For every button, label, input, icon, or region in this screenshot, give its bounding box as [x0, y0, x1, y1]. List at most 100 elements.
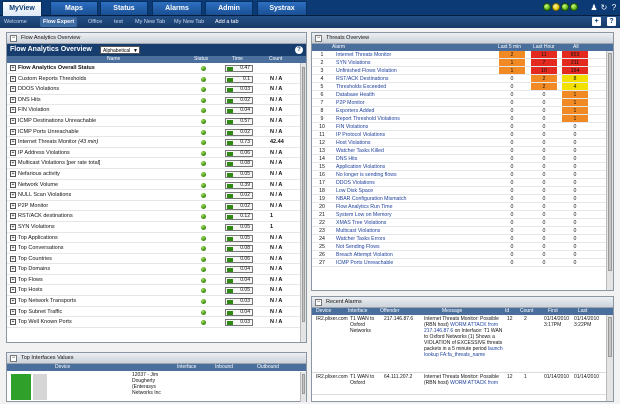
- row-name[interactable]: Top Domains: [18, 264, 50, 274]
- threat-alarm-link[interactable]: ICMP Ports Unreachable: [336, 259, 393, 267]
- row-name[interactable]: RST/ACK destinations: [18, 211, 73, 221]
- alarm-offender[interactable]: 64.111.207.2: [384, 374, 422, 380]
- col-offender[interactable]: Offender: [380, 308, 399, 315]
- expand-icon[interactable]: +: [10, 96, 16, 103]
- subtab-my-new-tab-1[interactable]: My New Tab: [135, 17, 165, 27]
- alarm-device[interactable]: IR2.plixer.com: [316, 374, 350, 380]
- flow-analytics-row[interactable]: + Top Well Known Ports 0.03 N / A: [7, 317, 306, 328]
- expand-icon[interactable]: +: [10, 117, 16, 124]
- flow-analytics-row[interactable]: + DDOS Violations 0.03 N / A: [7, 84, 306, 95]
- scrollbar-thumb[interactable]: [608, 317, 612, 357]
- row-name[interactable]: Custom Reports Thresholds: [18, 74, 86, 84]
- flow-analytics-row[interactable]: + ICMP Ports Unreachable 0.02 N / A: [7, 127, 306, 138]
- col-interface[interactable]: Interface: [348, 308, 367, 315]
- expand-icon[interactable]: +: [10, 298, 16, 305]
- threat-row[interactable]: 16 No longer is sending flows 0 0 0: [312, 171, 613, 179]
- help-icon[interactable]: ?: [607, 17, 616, 26]
- threat-alarm-link[interactable]: Internet Threats Monitor: [336, 51, 391, 59]
- threat-row[interactable]: 11 IP Protocol Violations 0 0 0: [312, 131, 613, 139]
- add-icon[interactable]: +: [592, 17, 601, 26]
- row-name[interactable]: Top Conversations: [18, 243, 64, 253]
- col-id[interactable]: Id: [505, 308, 509, 315]
- help-icon[interactable]: ?: [610, 3, 618, 12]
- flow-analytics-row[interactable]: + Top Subnet Traffic 0.04 N / A: [7, 307, 306, 318]
- threat-alarm-link[interactable]: Host Violations: [336, 139, 371, 147]
- threat-alarm-link[interactable]: Exporters Added: [336, 107, 374, 115]
- threat-row[interactable]: 24 Watcher Tasks Errors 0 0 0: [312, 235, 613, 243]
- col-status[interactable]: Status: [194, 56, 208, 63]
- threats-name-link[interactable]: FA:fa_threats_name: [440, 352, 485, 358]
- expand-icon[interactable]: +: [10, 255, 16, 262]
- expand-icon[interactable]: +: [10, 245, 16, 252]
- threat-alarm-link[interactable]: Watcher Tasks Errors: [336, 235, 385, 243]
- threat-alarm-link[interactable]: Low Disk Space: [336, 187, 373, 195]
- threat-row[interactable]: 9 Report Threshold Violations 0 0 1: [312, 115, 613, 123]
- flow-analytics-row[interactable]: + Multicast Violations [per rate total] 0.…: [7, 158, 306, 169]
- flow-analytics-row[interactable]: + Top Hosts 0.05 N / A: [7, 285, 306, 297]
- col-first[interactable]: First: [548, 308, 558, 315]
- expand-icon[interactable]: +: [10, 181, 16, 188]
- threat-alarm-link[interactable]: Multicast Violations: [336, 227, 380, 235]
- threat-row[interactable]: 18 Low Disk Space 0 0 0: [312, 187, 613, 195]
- refresh-icon[interactable]: ↻: [600, 3, 608, 12]
- alarm-row[interactable]: IR2.plixer.com T1 WAN to Oxford 64.111.2…: [312, 373, 613, 395]
- alarm-row[interactable]: IR2.plixer.com T1 WAN to Oxford Networks…: [312, 315, 613, 373]
- tab-maps[interactable]: Maps: [50, 1, 98, 15]
- alarm-offender[interactable]: 217.146.87.6: [384, 316, 422, 322]
- col-device[interactable]: Device: [55, 364, 70, 371]
- expand-icon[interactable]: +: [10, 107, 16, 114]
- sort-select[interactable]: Alphabetical ▼: [100, 46, 140, 54]
- row-name[interactable]: IP Address Violations: [18, 148, 70, 158]
- threat-alarm-link[interactable]: FIN Violations: [336, 123, 368, 131]
- row-name[interactable]: ICMP Ports Unreachable: [18, 127, 79, 137]
- users-icon[interactable]: ♟: [590, 3, 598, 12]
- threat-alarm-link[interactable]: Flow Analytics Run Time: [336, 203, 393, 211]
- col-alarm[interactable]: Alarm: [332, 44, 345, 51]
- subtab-test[interactable]: test: [114, 17, 123, 27]
- collapse-icon[interactable]: −: [315, 299, 322, 306]
- threat-alarm-link[interactable]: IP Protocol Violations: [336, 131, 385, 139]
- offender-link[interactable]: WORM ATTACK from: [450, 380, 498, 386]
- col-last[interactable]: Last: [578, 308, 587, 315]
- tab-admin[interactable]: Admin: [205, 1, 253, 15]
- col-outbound[interactable]: Outbound: [257, 364, 279, 371]
- expand-icon[interactable]: +: [10, 149, 16, 156]
- expand-icon[interactable]: +: [10, 223, 16, 230]
- flow-analytics-row[interactable]: + Top Network Transports 0.03 N / A: [7, 296, 306, 307]
- threat-alarm-link[interactable]: DNS Hits: [336, 155, 357, 163]
- flow-analytics-row[interactable]: + Top Countries 0.06 N / A: [7, 254, 306, 265]
- expand-icon[interactable]: +: [10, 287, 16, 294]
- add-tab-button[interactable]: Add a tab: [215, 17, 239, 27]
- threat-alarm-link[interactable]: P2P Monitor: [336, 99, 364, 107]
- expand-icon[interactable]: +: [10, 192, 16, 199]
- flow-analytics-row[interactable]: + IP Address Violations 0.06 N / A: [7, 148, 306, 159]
- col-time[interactable]: Time: [232, 56, 243, 63]
- row-name[interactable]: Multicast Violations [per rate total]: [18, 158, 100, 168]
- scrollbar-thumb[interactable]: [302, 374, 305, 394]
- threat-alarm-link[interactable]: Breach Attempt Violation: [336, 251, 393, 259]
- flow-analytics-row[interactable]: + Network Volume 0.39 N / A: [7, 180, 306, 191]
- flow-analytics-row[interactable]: + Custom Reports Thresholds 0.1 N / A: [7, 74, 306, 85]
- threat-alarm-link[interactable]: Thresholds Exceeded: [336, 83, 386, 91]
- col-name[interactable]: Name: [107, 56, 120, 63]
- flow-analytics-row[interactable]: + Nefarious activity 0.05 N / A: [7, 169, 306, 180]
- threat-alarm-link[interactable]: Watcher Tasks Killed: [336, 147, 384, 155]
- flow-analytics-scrollbar[interactable]: [300, 63, 306, 342]
- threat-row[interactable]: 10 FIN Violations 0 0 0: [312, 123, 613, 131]
- expand-icon[interactable]: +: [10, 202, 16, 209]
- flow-analytics-row[interactable]: + RST/ACK destinations 0.12 1: [7, 211, 306, 222]
- col-inbound[interactable]: Inbound: [215, 364, 233, 371]
- flow-analytics-row[interactable]: + NULL Scan Violations 0.02 N / A: [7, 190, 306, 201]
- expand-icon[interactable]: +: [10, 128, 16, 135]
- threats-scrollbar[interactable]: [606, 51, 613, 290]
- col-count[interactable]: Count: [269, 56, 282, 63]
- row-name[interactable]: Top Subnet Traffic: [18, 307, 62, 317]
- expand-icon[interactable]: +: [10, 276, 16, 283]
- expand-icon[interactable]: +: [10, 308, 16, 315]
- row-name[interactable]: NULL Scan Violations: [18, 190, 71, 200]
- threat-alarm-link[interactable]: Not Sending Flows: [336, 243, 380, 251]
- interfaces-scrollbar[interactable]: [300, 372, 306, 402]
- flow-analytics-row[interactable]: + Top Flows 0.04 N / A: [7, 275, 306, 286]
- expand-icon[interactable]: +: [10, 319, 16, 326]
- threat-alarm-link[interactable]: RST/ACK Destinations: [336, 75, 388, 83]
